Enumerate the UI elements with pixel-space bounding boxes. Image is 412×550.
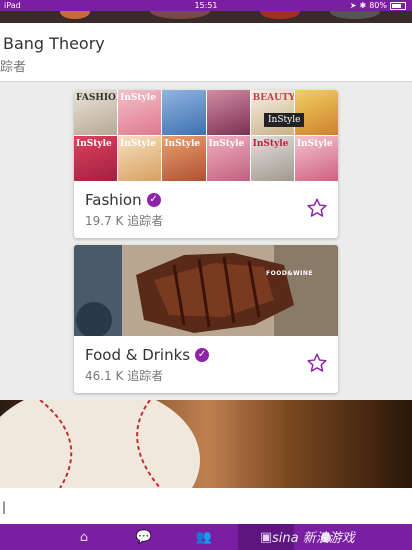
bluetooth-icon: ✱ bbox=[359, 1, 367, 10]
magazine-logo: BEAUTY bbox=[252, 93, 294, 103]
topic-name: Fashion bbox=[85, 191, 142, 209]
topic-title: Food & Drinks ✓ bbox=[85, 346, 210, 364]
magazine-logo: InStyle bbox=[120, 139, 156, 149]
topic-card-food-drinks[interactable]: FOOD&WINE Food & Drinks ✓ 46.1 K 追踪者 bbox=[74, 245, 338, 393]
status-bar: iPad 15:51 ➤ ✱ 80% bbox=[0, 0, 412, 11]
topic-title: Fashion ✓ bbox=[85, 191, 161, 209]
instyle-logo: InStyle bbox=[264, 113, 305, 127]
topic-name: | bbox=[2, 500, 7, 514]
topic-card-fashion[interactable]: FASHION InStyle BEAUTY InStyle InStyle I… bbox=[74, 90, 338, 238]
star-icon[interactable] bbox=[306, 352, 328, 374]
topic-followers: 19.7 K 追踪者 bbox=[85, 214, 164, 228]
topic-followers: 踪者 bbox=[0, 60, 27, 75]
sina-watermark: sina 新浪游戏 bbox=[272, 531, 355, 546]
topic-followers: 46.1 K 追踪者 bbox=[85, 369, 164, 383]
food-cover-image: FOOD&WINE bbox=[74, 245, 338, 336]
topic-name: Bang Theory bbox=[3, 34, 105, 53]
fashion-cover-image: FASHION InStyle BEAUTY InStyle InStyle I… bbox=[74, 90, 338, 181]
battery-icon bbox=[390, 1, 406, 10]
battery-percent: 80% bbox=[369, 1, 387, 10]
verified-icon: ✓ bbox=[195, 348, 210, 362]
magazine-logo: InStyle bbox=[208, 139, 245, 149]
home-icon[interactable]: ⌂ bbox=[56, 524, 112, 550]
topic-card-big-bang-theory[interactable]: Bang Theory 踪者 bbox=[0, 23, 412, 82]
baseball-topic-image[interactable] bbox=[0, 400, 412, 488]
topic-name: Food & Drinks bbox=[85, 346, 191, 364]
topic-card-partial[interactable]: | bbox=[0, 488, 412, 524]
food-wine-logo: FOOD&WINE bbox=[266, 270, 313, 277]
people-icon[interactable]: 👥 bbox=[176, 524, 232, 550]
location-icon: ➤ bbox=[349, 1, 357, 10]
verified-icon: ✓ bbox=[146, 193, 161, 207]
magazine-logo: FASHION bbox=[76, 93, 117, 103]
magazine-logo: InStyle bbox=[252, 139, 289, 149]
magazine-logo: InStyle bbox=[120, 93, 156, 103]
previous-card-image bbox=[0, 11, 412, 23]
chat-icon[interactable]: 💬 bbox=[116, 524, 172, 550]
status-icons: ➤ ✱ 80% bbox=[350, 0, 406, 11]
magazine-logo: InStyle bbox=[164, 139, 201, 149]
star-icon[interactable] bbox=[306, 197, 328, 219]
magazine-logo: InStyle bbox=[296, 139, 333, 149]
magazine-logo: InStyle bbox=[76, 139, 112, 149]
